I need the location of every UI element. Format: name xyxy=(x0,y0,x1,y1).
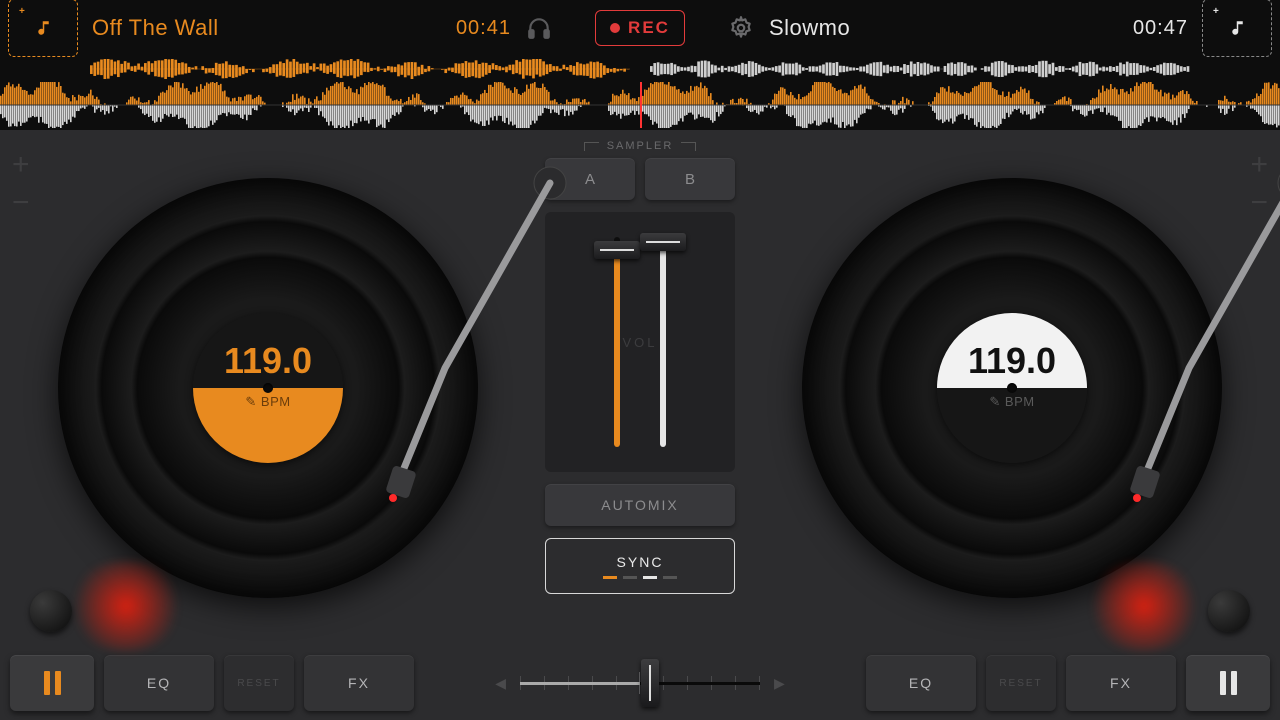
deck-b-title: Slowmo xyxy=(769,15,850,41)
crossfader-right-arrow-icon[interactable]: ▶ xyxy=(774,675,785,692)
main-area: + − 119.0 ✎ BPM SAMPLER A B VOL AUTOMIX … xyxy=(0,130,1280,646)
sampler-b-button[interactable]: B xyxy=(645,158,735,200)
deck-a-mini-waveform[interactable] xyxy=(90,59,630,79)
play-pause-a-button[interactable] xyxy=(10,655,94,711)
settings-button[interactable] xyxy=(727,14,755,42)
record-dot-icon xyxy=(610,23,620,33)
tonearm-a xyxy=(365,168,565,176)
deck-b-mini-waveform[interactable] xyxy=(650,59,1190,79)
record-label-a[interactable]: 119.0 ✎ BPM xyxy=(193,313,343,463)
deck-b-info: Slowmo 00:47 xyxy=(755,15,1202,41)
volume-panel: VOL xyxy=(545,212,735,472)
automix-button[interactable]: AUTOMIX xyxy=(545,484,735,526)
top-bar: + Off The Wall 00:41 REC Slowmo 00:47 + xyxy=(0,0,1280,130)
fx-a-button[interactable]: FX xyxy=(304,655,414,711)
bottom-bar: EQ RESET FX ◀ ▶ EQ RESET FX xyxy=(0,646,1280,720)
deck-a-bpm: 119.0 xyxy=(224,340,312,382)
volume-fader-b[interactable] xyxy=(660,237,666,447)
deck-a-info: Off The Wall 00:41 xyxy=(78,15,525,41)
headphones-icon[interactable] xyxy=(525,14,553,42)
deck-b-bpm: 119.0 xyxy=(968,340,1056,382)
deck-a-time: 00:41 xyxy=(456,17,511,40)
pitch-down-a[interactable]: − xyxy=(12,186,30,220)
load-track-right-button[interactable]: + xyxy=(1202,0,1272,57)
load-track-left-button[interactable]: + xyxy=(8,0,78,57)
top-row: + Off The Wall 00:41 REC Slowmo 00:47 + xyxy=(0,0,1280,56)
sampler-label: SAMPLER xyxy=(584,140,697,152)
music-note-icon xyxy=(36,16,54,40)
deck-b: + − 119.0 ✎ BPM xyxy=(750,138,1274,646)
sync-label: SYNC xyxy=(617,554,664,570)
crossfader[interactable] xyxy=(520,665,760,701)
center-column: SAMPLER A B VOL AUTOMIX SYNC xyxy=(536,138,744,646)
fx-b-button[interactable]: FX xyxy=(1066,655,1176,711)
music-note-icon xyxy=(1230,16,1248,40)
record-label-b[interactable]: 119.0 ✎ BPM xyxy=(937,313,1087,463)
deck-b-time: 00:47 xyxy=(1133,17,1188,40)
deck-b-bpm-label: ✎ BPM xyxy=(937,388,1087,463)
record-label: REC xyxy=(628,18,670,38)
tonearm-b xyxy=(1109,168,1280,176)
play-pause-b-button[interactable] xyxy=(1186,655,1270,711)
start-stop-knob-b[interactable] xyxy=(1208,590,1250,632)
pitch-up-a[interactable]: + xyxy=(12,148,30,182)
record-button[interactable]: REC xyxy=(595,10,685,46)
platter-light-b xyxy=(1084,561,1204,651)
playhead[interactable] xyxy=(640,82,642,128)
eq-a-button[interactable]: EQ xyxy=(104,655,214,711)
deck-a: + − 119.0 ✎ BPM xyxy=(6,138,530,646)
volume-label: VOL xyxy=(622,335,657,350)
start-stop-knob-a[interactable] xyxy=(30,590,72,632)
platter-light-a xyxy=(66,561,186,651)
volume-fader-a[interactable] xyxy=(614,237,620,447)
reset-b-button[interactable]: RESET xyxy=(986,655,1056,711)
reset-a-button[interactable]: RESET xyxy=(224,655,294,711)
mini-waveforms xyxy=(0,56,1280,82)
crossfader-area: ◀ ▶ xyxy=(424,665,856,701)
deck-a-title: Off The Wall xyxy=(92,15,219,41)
header-center-controls: REC xyxy=(525,10,755,46)
sync-button[interactable]: SYNC xyxy=(545,538,735,594)
eq-b-button[interactable]: EQ xyxy=(866,655,976,711)
deck-a-bpm-label: ✎ BPM xyxy=(193,388,343,463)
full-waveform[interactable] xyxy=(0,82,1280,128)
crossfader-left-arrow-icon[interactable]: ◀ xyxy=(495,675,506,692)
